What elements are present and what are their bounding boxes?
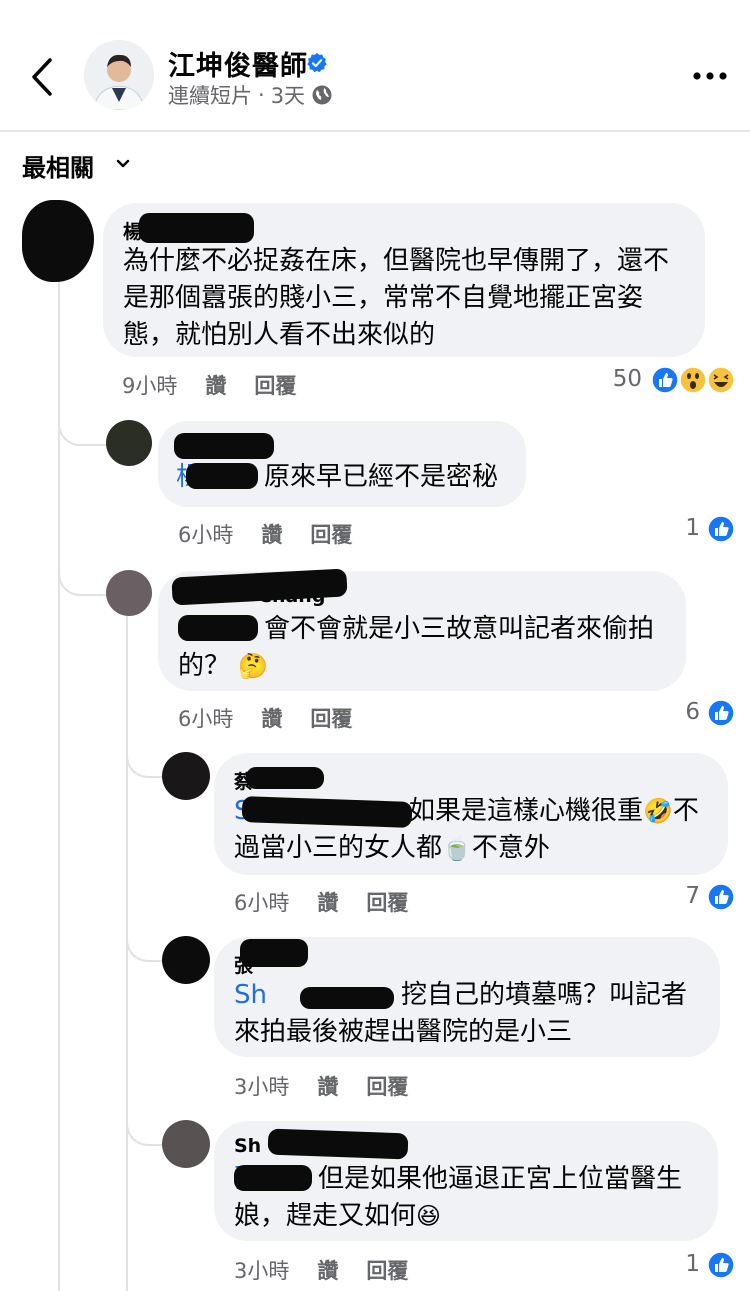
more-options-icon[interactable]: [690, 66, 730, 86]
page-avatar[interactable]: [84, 40, 154, 110]
verified-badge-icon: [307, 52, 327, 73]
comment-time: 6小時: [178, 523, 234, 547]
meta-separator: ·: [258, 83, 265, 107]
thread-connector: [126, 914, 166, 962]
back-arrow-icon[interactable]: [24, 52, 64, 102]
rofl-emoji: 🤣: [643, 797, 673, 825]
redaction-bar: [300, 987, 394, 1009]
like-reaction-icon[interactable]: [707, 699, 735, 727]
commenter-avatar[interactable]: [162, 936, 210, 984]
redaction-bar: [234, 1165, 312, 1191]
comment-actions: 6小時 讚 回覆: [234, 887, 408, 917]
reaction-count[interactable]: 6: [660, 699, 700, 725]
reaction-count[interactable]: 50: [592, 366, 642, 392]
thread-line: [126, 616, 128, 1291]
comment-time: 6小時: [178, 707, 234, 731]
commenter-avatar[interactable]: [162, 752, 210, 800]
comment-bubble: 楊原來早已經不是密秘: [158, 421, 526, 507]
mention-tag[interactable]: Sh: [234, 980, 267, 1010]
reply-button[interactable]: 回覆: [366, 887, 408, 917]
like-button[interactable]: 讚: [261, 519, 282, 549]
page-name[interactable]: 江坤俊醫師: [168, 44, 308, 83]
thinking-emoji: 🤔: [238, 652, 269, 680]
reply-button[interactable]: 回覆: [366, 1071, 408, 1101]
redaction-bar: [267, 1128, 409, 1160]
like-button[interactable]: 讚: [317, 1255, 338, 1285]
comment-time: 9小時: [122, 374, 178, 398]
comment-time: 3小時: [234, 1075, 290, 1099]
chevron-down-icon[interactable]: [116, 157, 130, 171]
thread-connector: [126, 1098, 166, 1146]
redaction-bar: [246, 767, 324, 789]
like-button[interactable]: 讚: [317, 1071, 338, 1101]
comment-actions: 3小時 讚 回覆: [234, 1071, 408, 1101]
comment-bubble: 蔡 Sh如果是這樣心機很重🤣不 過當小三的女人都🍵不意外: [214, 753, 728, 875]
comment-bubble: Chang 會不會就是小三故意叫記者來偷拍 的？ 🤔: [158, 568, 686, 691]
post-type: 連續短片: [168, 84, 252, 108]
reaction-count[interactable]: 1: [660, 1251, 700, 1277]
thread-connector: [58, 398, 110, 446]
wow-reaction-icon[interactable]: [679, 366, 707, 394]
thread-connector: [58, 548, 110, 596]
comment-bubble: 楊 為什麼不必捉姦在床，但醫院也早傳開了，還不是那個囂張的賤小三，常常不自覺地擺…: [103, 203, 705, 357]
redaction-bar: [186, 463, 258, 489]
globe-icon: [312, 85, 332, 105]
post-time: 3天: [270, 84, 306, 108]
comment-time: 3小時: [234, 1259, 290, 1283]
like-reaction-icon[interactable]: [651, 366, 679, 394]
thread-connector: [126, 730, 166, 778]
like-reaction-icon[interactable]: [707, 515, 735, 543]
reply-button[interactable]: 回覆: [310, 703, 352, 733]
reply-button[interactable]: 回覆: [254, 370, 296, 400]
header-divider: [0, 130, 750, 132]
redaction-bar: [178, 615, 258, 641]
comment-actions: 6小時 讚 回覆: [178, 519, 352, 549]
redaction-bar: [139, 213, 254, 243]
comment-actions: 9小時 讚 回覆: [122, 370, 296, 400]
commenter-avatar[interactable]: [106, 420, 152, 466]
comment-time: 6小時: [234, 891, 290, 915]
like-button[interactable]: 讚: [261, 703, 282, 733]
comment-actions: 3小時 讚 回覆: [234, 1255, 408, 1285]
commenter-name[interactable]: Sh: [234, 1135, 261, 1157]
like-button[interactable]: 讚: [205, 370, 226, 400]
post-meta: 連續短片 · 3天: [168, 80, 333, 110]
like-reaction-icon[interactable]: [707, 1251, 735, 1279]
reply-button[interactable]: 回覆: [366, 1255, 408, 1285]
sort-dropdown[interactable]: 最相關: [22, 148, 94, 183]
grinning-squint-emoji: 😆: [416, 1202, 442, 1230]
redaction-bar: [174, 433, 274, 459]
comment-actions: 6小時 讚 回覆: [178, 703, 352, 733]
haha-reaction-icon[interactable]: [707, 366, 735, 394]
commenter-avatar[interactable]: [22, 200, 94, 282]
commenter-avatar[interactable]: [106, 570, 152, 616]
reply-button[interactable]: 回覆: [310, 519, 352, 549]
reaction-count[interactable]: 1: [660, 515, 700, 541]
like-button[interactable]: 讚: [317, 887, 338, 917]
tea-emoji: 🍵: [442, 834, 472, 862]
like-reaction-icon[interactable]: [707, 883, 735, 911]
commenter-avatar[interactable]: [162, 1120, 210, 1168]
comment-text: 為什麼不必捉姦在床，但醫院也早傳開了，還不是那個囂張的賤小三，常常不自覺地擺正宮…: [123, 246, 670, 350]
redaction-bar: [240, 939, 308, 967]
comment-bubble: Sh 張但是如果他逼退正宮上位當醫生 娘，趕走又如何😆: [214, 1121, 718, 1241]
comment-bubble: 張 Sh 挖自己的墳墓嗎？叫記者 來拍最後被趕出醫院的是小三: [214, 937, 720, 1057]
reaction-count[interactable]: 7: [660, 883, 700, 909]
